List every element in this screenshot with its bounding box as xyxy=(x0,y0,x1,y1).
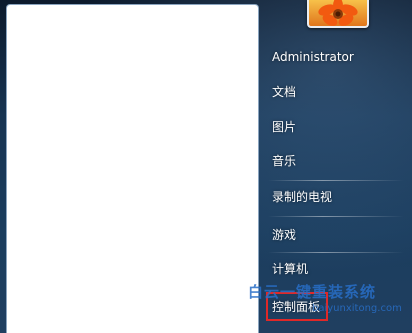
start-menu: Administrator 文档 图片 音乐 录制的电视 游戏 计算机 控制面板… xyxy=(0,0,412,333)
menu-separator xyxy=(268,216,404,217)
menu-item-recorded-tv[interactable]: 录制的电视 xyxy=(264,184,408,210)
user-picture[interactable] xyxy=(307,0,369,28)
programs-list-pane[interactable] xyxy=(6,4,259,333)
menu-item-computer[interactable]: 计算机 xyxy=(264,256,408,282)
menu-separator xyxy=(268,252,404,253)
control-panel-highlight-box xyxy=(266,292,328,321)
menu-item-documents[interactable]: 文档 xyxy=(264,79,408,105)
user-name-link[interactable]: Administrator xyxy=(264,44,408,70)
menu-item-music[interactable]: 音乐 xyxy=(264,148,408,174)
menu-item-games[interactable]: 游戏 xyxy=(264,222,408,248)
flower-avatar-icon xyxy=(309,0,367,26)
menu-item-pictures[interactable]: 图片 xyxy=(264,114,408,140)
menu-separator xyxy=(268,180,404,181)
